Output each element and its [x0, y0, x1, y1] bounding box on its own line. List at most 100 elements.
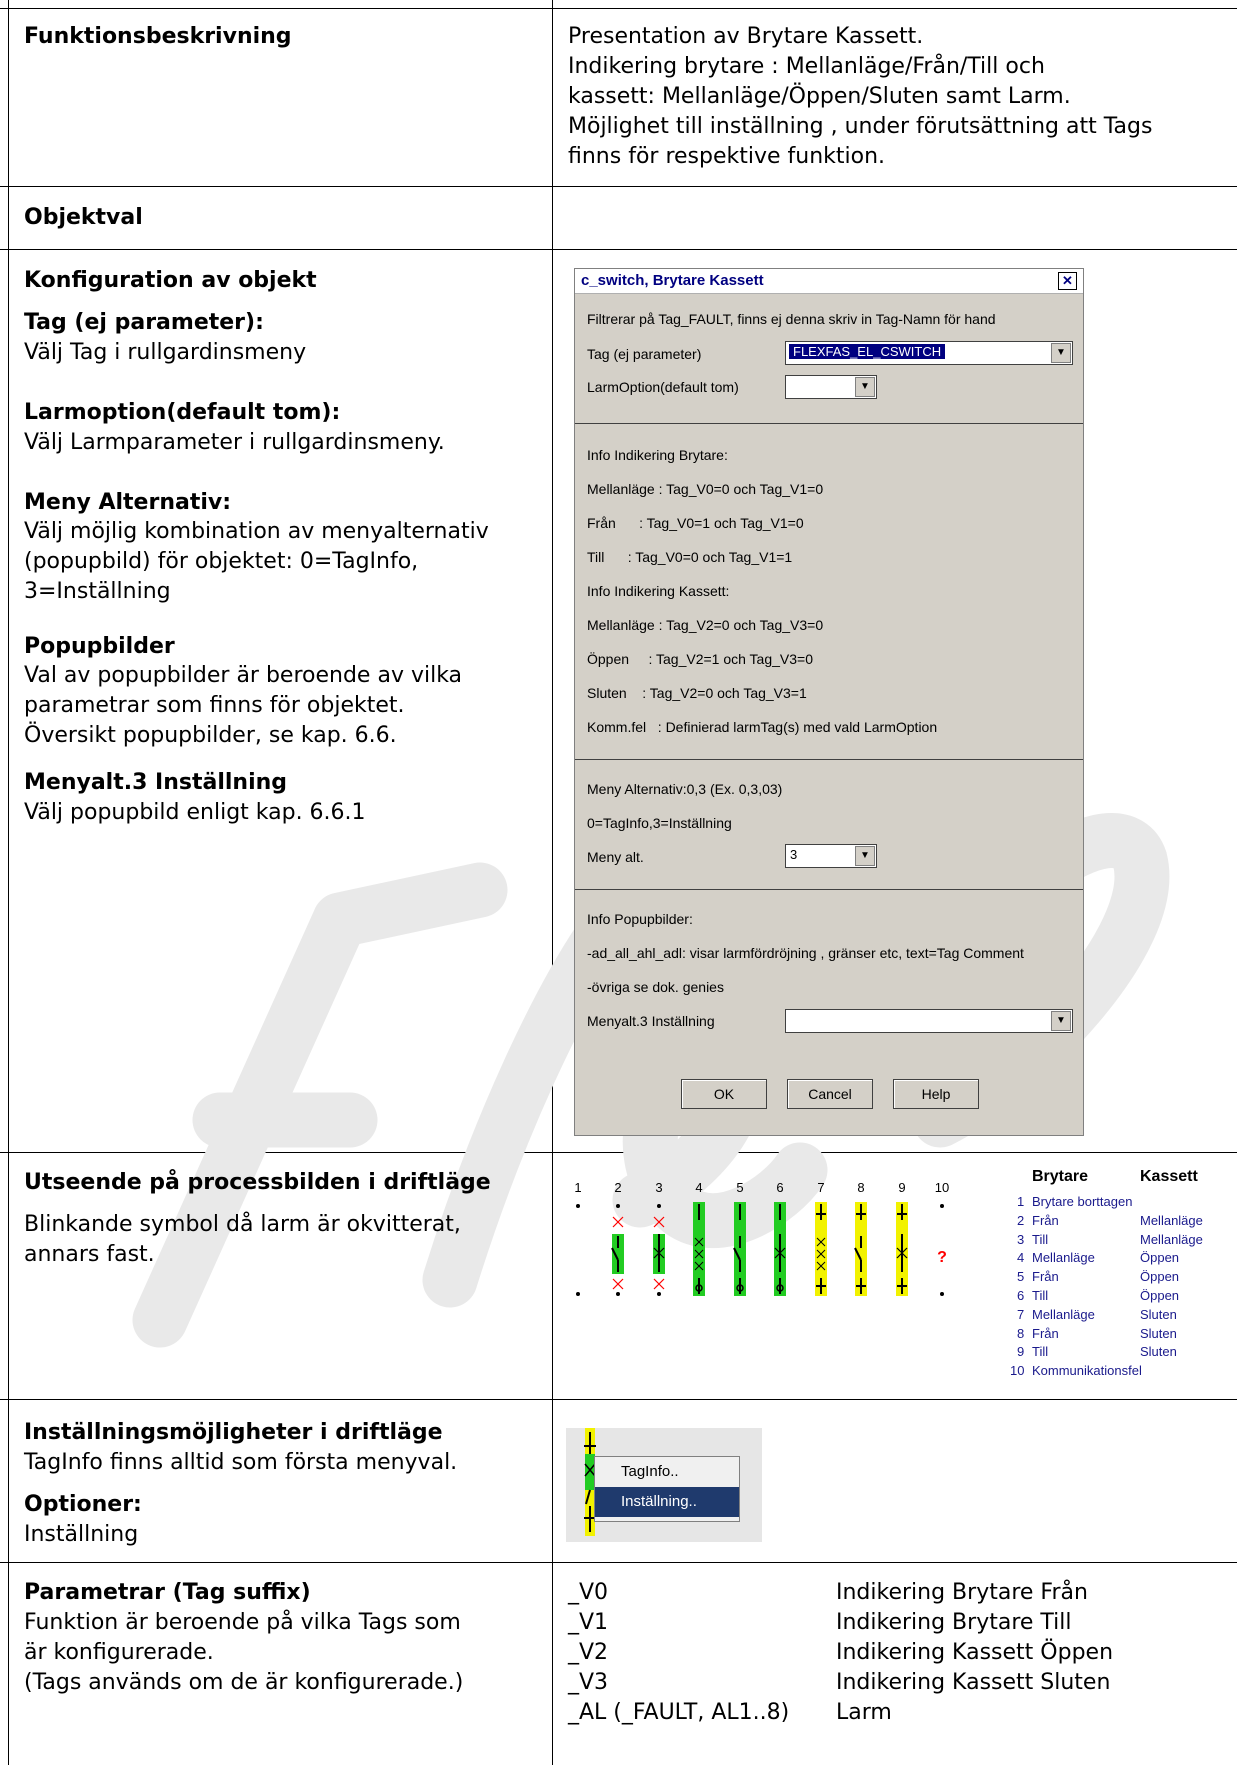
col-divider	[552, 0, 553, 1765]
optioner-text: Inställning	[24, 1522, 139, 1547]
legend-number: 10	[1010, 1363, 1025, 1379]
installning-label: Inställningsmöjligheter i driftläge	[24, 1420, 443, 1445]
symbol-legend: Brytare Kassett 1 Brytare borttagen 2 Från M…	[1000, 1168, 1237, 1398]
parameter-suffix: _AL (_FAULT, AL1..8)	[568, 1700, 790, 1725]
symbol-number: 10	[935, 1180, 949, 1195]
contact-dot	[657, 1292, 661, 1296]
utseende-label: Utseende på processbilden i driftläge	[24, 1170, 491, 1195]
contact-dot	[576, 1204, 580, 1208]
legend-brytare: Mellanläge	[1032, 1250, 1095, 1266]
legend-kassett: Sluten	[1140, 1325, 1177, 1341]
tag-combo-value: FLEXFAS_EL_CSWITCH	[789, 344, 946, 359]
funktion-label: Funktionsbeskrivning	[24, 24, 292, 49]
legend-brytare: Kommunikationsfel	[1032, 1363, 1142, 1379]
symbol-number: 6	[776, 1180, 783, 1195]
contact-dot	[940, 1204, 944, 1208]
symbol-number: 3	[655, 1180, 662, 1195]
legend-number: 3	[1017, 1231, 1025, 1247]
objektval-label: Objektval	[24, 205, 143, 230]
legend-brytare: Från	[1032, 1325, 1059, 1341]
legend-brytare: Till	[1032, 1288, 1049, 1303]
larmoption-label: LarmOption(default tom)	[587, 379, 739, 395]
symbol-number: 8	[857, 1180, 864, 1195]
chevron-down-icon[interactable]: ▼	[1051, 343, 1071, 363]
legend-number: 1	[1017, 1194, 1025, 1209]
legend-header-kassett: Kassett	[1140, 1168, 1198, 1185]
utseende-text: Blinkande symbol då larm är okvitterat, …	[24, 1212, 461, 1267]
kassett-oppen: Öppen : Tag_V2=1 och Tag_V3=0	[587, 651, 813, 667]
kommfel-text: Komm.fel : Definierad larmTag(s) med val…	[587, 719, 938, 735]
row-divider	[0, 1399, 1237, 1400]
chevron-down-icon[interactable]: ▼	[855, 377, 875, 397]
col-divider	[8, 0, 9, 1765]
symbol-number: 4	[695, 1180, 702, 1195]
optioner-heading: Optioner:	[24, 1492, 142, 1517]
parameter-suffix: _V2	[568, 1640, 609, 1665]
context-menu: TagInfo.. Inställning..	[594, 1456, 740, 1522]
legend-number: 4	[1017, 1250, 1025, 1266]
chevron-down-icon[interactable]: ▼	[855, 846, 875, 866]
konfig-label: Konfiguration av objekt	[24, 268, 317, 293]
parameter-description: Indikering Brytare Till	[836, 1610, 1072, 1635]
parameter-row: _V0 Indikering Brytare Från	[568, 1578, 1088, 1608]
menyalt3-combo[interactable]: ▼	[785, 1009, 1073, 1033]
contact-dot	[616, 1204, 620, 1208]
contact-dot	[940, 1292, 944, 1296]
parameter-description: Indikering Kassett Öppen	[836, 1640, 1114, 1665]
menyalt-heading: Menyalt.3 Inställning	[24, 770, 288, 795]
legend-number: 6	[1017, 1288, 1025, 1303]
alarm-question-icon: ?	[937, 1249, 947, 1266]
menu-item-taginfo[interactable]: TagInfo..	[595, 1457, 739, 1487]
legend-number: 8	[1017, 1325, 1025, 1341]
legend-number: 5	[1017, 1269, 1025, 1285]
brytare-fran: Från : Tag_V0=1 och Tag_V1=0	[587, 515, 804, 531]
meny-heading: Meny Alternativ:	[24, 490, 232, 515]
parametrar-label: Parametrar (Tag suffix)	[24, 1580, 311, 1605]
legend-brytare: Från	[1032, 1212, 1059, 1228]
meny-alt-value: 3	[790, 847, 798, 862]
legend-kassett: Sluten	[1140, 1344, 1177, 1360]
chevron-down-icon[interactable]: ▼	[1051, 1011, 1071, 1031]
meny-text: Välj möjlig kombination av menyalternati…	[24, 519, 489, 604]
row-divider	[0, 249, 1237, 250]
larmoption-combo[interactable]: ▼	[785, 375, 877, 399]
config-dialog: c_switch, Brytare Kassett ✕ Filtrerar på…	[574, 268, 1084, 1136]
row-divider	[0, 1562, 1237, 1563]
legend-kassett: Öppen	[1140, 1269, 1180, 1285]
popup-line-2: -övriga se dok. genies	[587, 979, 724, 995]
ok-button[interactable]: OK	[681, 1079, 767, 1109]
meny-alt-text: Meny Alternativ:0,3 (Ex. 0,3,03)	[587, 781, 783, 797]
info-popup: Info Popupbilder:	[587, 911, 693, 927]
legend-number: 7	[1017, 1306, 1025, 1322]
parameter-description: Indikering Brytare Från	[836, 1580, 1088, 1605]
parametrar-text: Funktion är beroende på vilka Tags som ä…	[24, 1610, 464, 1695]
dialog-separator	[575, 759, 1083, 760]
brytare-mellan: Mellanläge : Tag_V0=0 och Tag_V1=0	[587, 481, 824, 497]
parameter-description: Larm	[836, 1700, 892, 1725]
legend-kassett: Sluten	[1140, 1306, 1177, 1322]
symbol-number: 2	[614, 1180, 621, 1195]
contact-dot	[576, 1292, 580, 1296]
popup-text: Val av popupbilder är beroende av vilka …	[24, 663, 463, 748]
symbol-number: 1	[574, 1180, 581, 1195]
menyalt3-label: Menyalt.3 Inställning	[587, 1013, 715, 1029]
larm-heading: Larmoption(default tom):	[24, 400, 341, 425]
help-button[interactable]: Help	[893, 1079, 979, 1109]
menu-item-installning[interactable]: Inställning..	[595, 1487, 739, 1517]
legend-kassett: Öppen	[1140, 1288, 1180, 1303]
funktion-text: Presentation av Brytare Kassett. Indiker…	[568, 24, 1153, 169]
symbol-number: 9	[898, 1180, 905, 1195]
dialog-separator	[575, 889, 1083, 890]
legend-brytare: Till	[1032, 1231, 1049, 1247]
tag-combo[interactable]: FLEXFAS_EL_CSWITCH ▼	[785, 341, 1073, 365]
cancel-button[interactable]: Cancel	[787, 1079, 873, 1109]
close-icon[interactable]: ✕	[1058, 272, 1077, 290]
meny-alt-combo[interactable]: 3 ▼	[785, 844, 877, 868]
parameter-row: _AL (_FAULT, AL1..8) Larm	[568, 1698, 892, 1728]
parameter-description: Indikering Kassett Sluten	[836, 1670, 1111, 1695]
meny-alt-label: Meny alt.	[587, 849, 644, 865]
legend-kassett: Öppen	[1140, 1250, 1180, 1266]
legend-header-brytare: Brytare	[1032, 1168, 1089, 1185]
legend-kassett: Mellanläge	[1140, 1212, 1203, 1228]
contact-dot	[616, 1292, 620, 1296]
